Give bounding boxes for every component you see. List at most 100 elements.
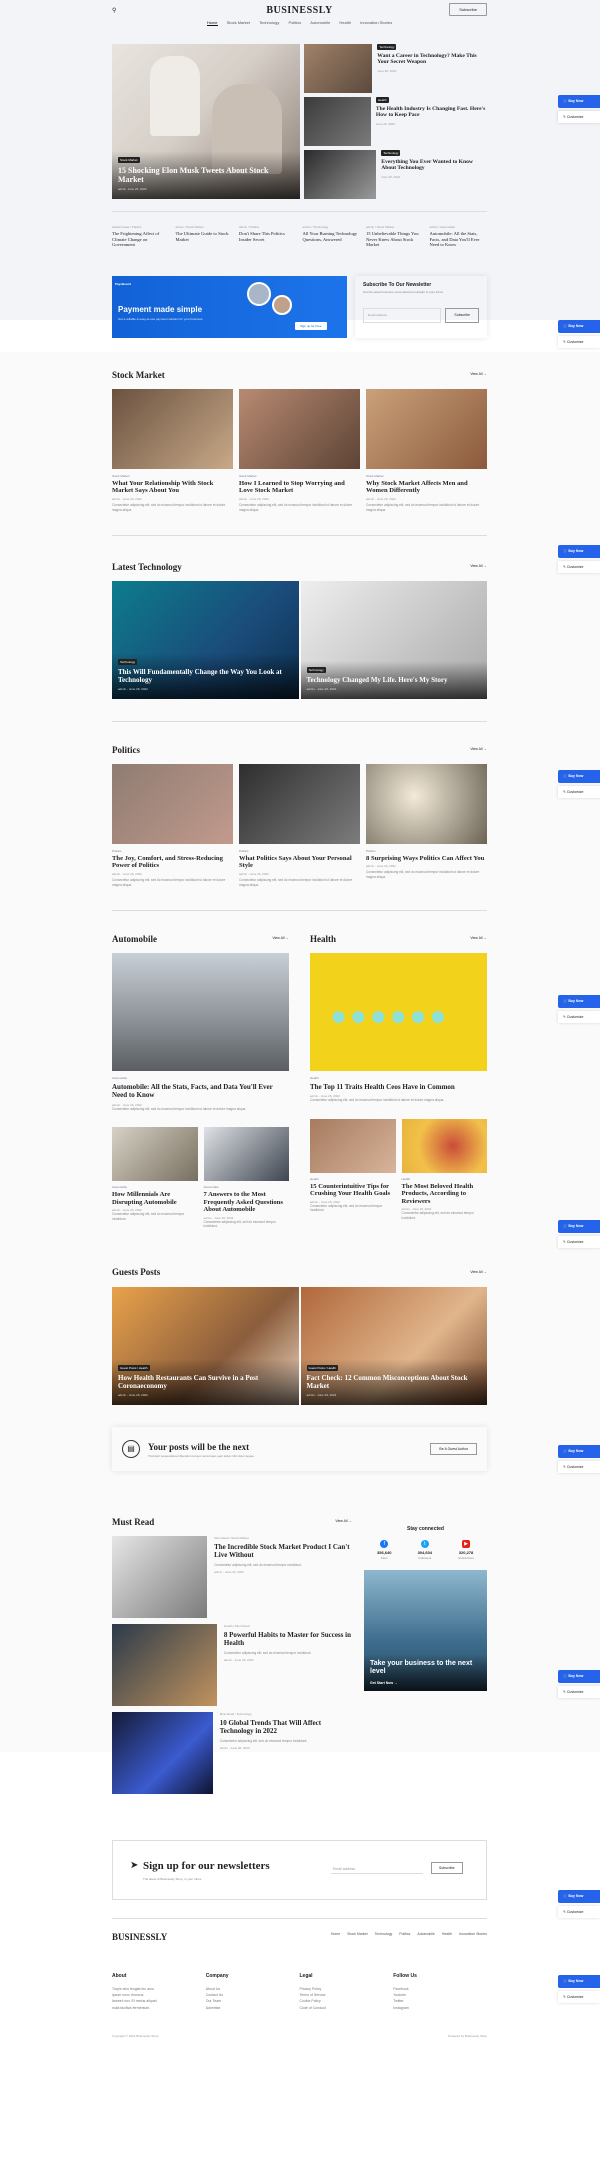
post-title[interactable]: The Health Industry Is Changing Fast. He… xyxy=(376,106,487,119)
ticker-title[interactable]: The Ultimate Guide to Stock Market xyxy=(176,231,234,242)
post-title[interactable]: The Incredible Stock Market Product I Ca… xyxy=(214,1543,352,1560)
buy-now-button[interactable]: 🛒 Buy Now xyxy=(558,1220,600,1233)
view-all-link[interactable]: View All → xyxy=(470,747,487,752)
customize-button[interactable]: ✎ Customize xyxy=(558,1905,600,1919)
view-all-link[interactable]: View All → xyxy=(335,1519,352,1524)
ad-signup-button[interactable]: Sign up for Free xyxy=(295,321,327,330)
post-category[interactable]: Health xyxy=(310,1177,396,1181)
buy-now-button[interactable]: 🛒 Buy Now xyxy=(558,95,600,108)
post-category[interactable]: Politics xyxy=(112,849,233,853)
post-title[interactable]: 8 Powerful Habits to Master for Success … xyxy=(224,1631,352,1648)
post-image[interactable] xyxy=(112,1535,208,1618)
post-card[interactable]: Politics The Joy, Comfort, and Stress-Red… xyxy=(112,763,233,888)
buy-now-button[interactable]: 🛒 Buy Now xyxy=(558,995,600,1008)
nav-item[interactable]: Stock Market xyxy=(227,20,250,25)
footer-nav-item[interactable]: Automobile xyxy=(417,1932,435,1936)
post-title[interactable]: What Your Relationship With Stock Market… xyxy=(112,480,233,495)
guest-author-button[interactable]: Be A Guest Author xyxy=(430,1442,477,1456)
footer-nav-item[interactable]: Technology xyxy=(375,1932,393,1936)
customize-button[interactable]: ✎ Customize xyxy=(558,1010,600,1024)
hero-side-post[interactable]: Technology Want a Career in Technology? M… xyxy=(304,44,487,93)
post-title[interactable]: Technology Changed My Life. Here's My St… xyxy=(307,676,482,684)
post-image[interactable] xyxy=(112,763,233,844)
post-image[interactable] xyxy=(304,44,373,93)
footer-nav-item[interactable]: Home xyxy=(331,1932,340,1936)
social-youtube[interactable]: ▶ 320,278 Subscribers xyxy=(458,1540,474,1560)
nav-item[interactable]: Politics xyxy=(288,20,301,25)
nav-item[interactable]: Automobile xyxy=(310,20,330,25)
post-category[interactable]: Politics xyxy=(366,849,487,853)
customize-button[interactable]: ✎ Customize xyxy=(558,1235,600,1249)
newsletter-subscribe-button[interactable]: Subscribe xyxy=(431,1861,463,1875)
footer-link[interactable]: Instagram xyxy=(393,2005,487,2011)
post-image[interactable] xyxy=(366,388,487,469)
post-image[interactable] xyxy=(112,1711,213,1794)
post-category[interactable]: Automobile xyxy=(204,1185,290,1189)
post-title[interactable]: The Top 11 Traits Health Ceos Have in Co… xyxy=(310,1083,487,1091)
hero-side-post[interactable]: Health The Health Industry Is Changing Fa… xyxy=(304,97,487,146)
category-tag[interactable]: Health xyxy=(375,97,389,104)
newsletter-email-input[interactable]: Email address xyxy=(363,308,442,324)
view-all-link[interactable]: View All → xyxy=(470,372,487,377)
subscribe-button[interactable]: Subscribe xyxy=(449,3,487,17)
post-title[interactable]: 15 Shocking Elon Musk Tweets About Stock… xyxy=(118,166,294,184)
ad-banner[interactable]: PayoBoard Payment made simple Get a reli… xyxy=(112,275,347,338)
post-title[interactable]: This Will Fundamentally Change the Way Y… xyxy=(118,668,293,684)
post-title[interactable]: Automobile: All the Stats, Facts, and Da… xyxy=(112,1083,289,1100)
customize-button[interactable]: ✎ Customize xyxy=(558,785,600,799)
view-all-link[interactable]: View All → xyxy=(470,564,487,569)
must-read-item[interactable]: Health / Must Read 8 Powerful Habits to M… xyxy=(112,1623,352,1706)
post-title[interactable]: 8 Surprising Ways Politics Can Affect Yo… xyxy=(366,855,487,863)
nav-item[interactable]: Innovation Stories xyxy=(360,20,392,25)
ticker-item[interactable]: admin / Technology All Your Burning Techn… xyxy=(303,225,361,248)
ticker-item[interactable]: admin / Stock Market 15 Unbelievable Thin… xyxy=(366,225,424,248)
site-logo[interactable]: BUSINESSLY xyxy=(112,4,487,18)
buy-now-button[interactable]: 🛒 Buy Now xyxy=(558,545,600,558)
footer-nav-item[interactable]: Innovation Stories xyxy=(459,1932,487,1936)
ticker-title[interactable]: The Frightening Affect of Climate Change… xyxy=(112,231,170,248)
buy-now-button[interactable]: 🛒 Buy Now xyxy=(558,1890,600,1903)
post-card[interactable]: Stock Market Why Stock Market Affects Men… xyxy=(366,388,487,513)
customize-button[interactable]: ✎ Customize xyxy=(558,1685,600,1699)
post-image[interactable] xyxy=(310,1118,396,1173)
category-tag[interactable]: Stock Market xyxy=(118,157,140,164)
post-title[interactable]: How I Learned to Stop Worrying and Love … xyxy=(239,480,360,495)
footer-nav-item[interactable]: Health xyxy=(442,1932,452,1936)
nav-item[interactable]: Health xyxy=(339,20,351,25)
category-tag[interactable]: Technology xyxy=(381,150,401,157)
post-card[interactable]: Guest Posts / Health How Health Restauran… xyxy=(112,1286,299,1405)
footer-link[interactable]: Code of Conduct xyxy=(300,2005,394,2011)
promo-banner[interactable]: Take your business to the next level Get … xyxy=(364,1569,487,1691)
post-card[interactable]: Stock Market How I Learned to Stop Worryi… xyxy=(239,388,360,513)
post-title[interactable]: 15 Counterintuitive Tips for Crushing Yo… xyxy=(310,1183,396,1198)
customize-button[interactable]: ✎ Customize xyxy=(558,335,600,349)
newsletter-email-input[interactable]: Email address xyxy=(331,1865,423,1875)
hero-main-post[interactable]: Stock Market 15 Shocking Elon Musk Tweet… xyxy=(112,44,300,199)
ticker-item[interactable]: admin / Automobile Automobile: All the St… xyxy=(430,225,488,248)
post-category[interactable]: Stock Market xyxy=(366,474,487,478)
footer-nav-item[interactable]: Stock Market xyxy=(347,1932,367,1936)
buy-now-button[interactable]: 🛒 Buy Now xyxy=(558,770,600,783)
category-tag[interactable]: Technology xyxy=(377,44,397,51)
post-card[interactable]: Automobile Automobile: All the Stats, Fa… xyxy=(112,952,289,1111)
view-all-link[interactable]: View All → xyxy=(272,936,289,941)
post-card[interactable]: Technology Technology Changed My Life. He… xyxy=(300,580,487,699)
view-all-link[interactable]: View All → xyxy=(470,936,487,941)
ticker-title[interactable]: All Your Burning Technology Questions, A… xyxy=(303,231,361,242)
buy-now-button[interactable]: 🛒 Buy Now xyxy=(558,320,600,333)
post-title[interactable]: The Joy, Comfort, and Stress-Reducing Po… xyxy=(112,855,233,870)
post-card[interactable]: Politics What Politics Says About Your Pe… xyxy=(239,763,360,888)
twitter-icon[interactable]: t xyxy=(420,1540,429,1549)
post-category[interactable]: Stock Market xyxy=(112,474,233,478)
post-author[interactable]: admin xyxy=(118,187,126,191)
category-tag[interactable]: Guest Posts / Health xyxy=(118,1364,150,1372)
view-all-link[interactable]: View All → xyxy=(470,1270,487,1275)
footer-link[interactable]: Advertise xyxy=(206,2005,300,2011)
post-title[interactable]: The Most Beloved Health Products, Accord… xyxy=(402,1183,488,1206)
category-tag[interactable]: Guest Posts / Health xyxy=(306,1364,339,1372)
post-title[interactable]: How Millennials Are Disrupting Automobil… xyxy=(112,1191,198,1206)
post-card[interactable]: Health 15 Counterintuitive Tips for Crush… xyxy=(310,1118,396,1220)
must-read-item[interactable]: Must Read / Technology 10 Global Trends T… xyxy=(112,1711,352,1794)
hero-side-post[interactable]: Technology Everything You Ever Wanted to … xyxy=(304,150,487,199)
post-title[interactable]: How Health Restaurants Can Survive in a … xyxy=(118,1374,293,1390)
